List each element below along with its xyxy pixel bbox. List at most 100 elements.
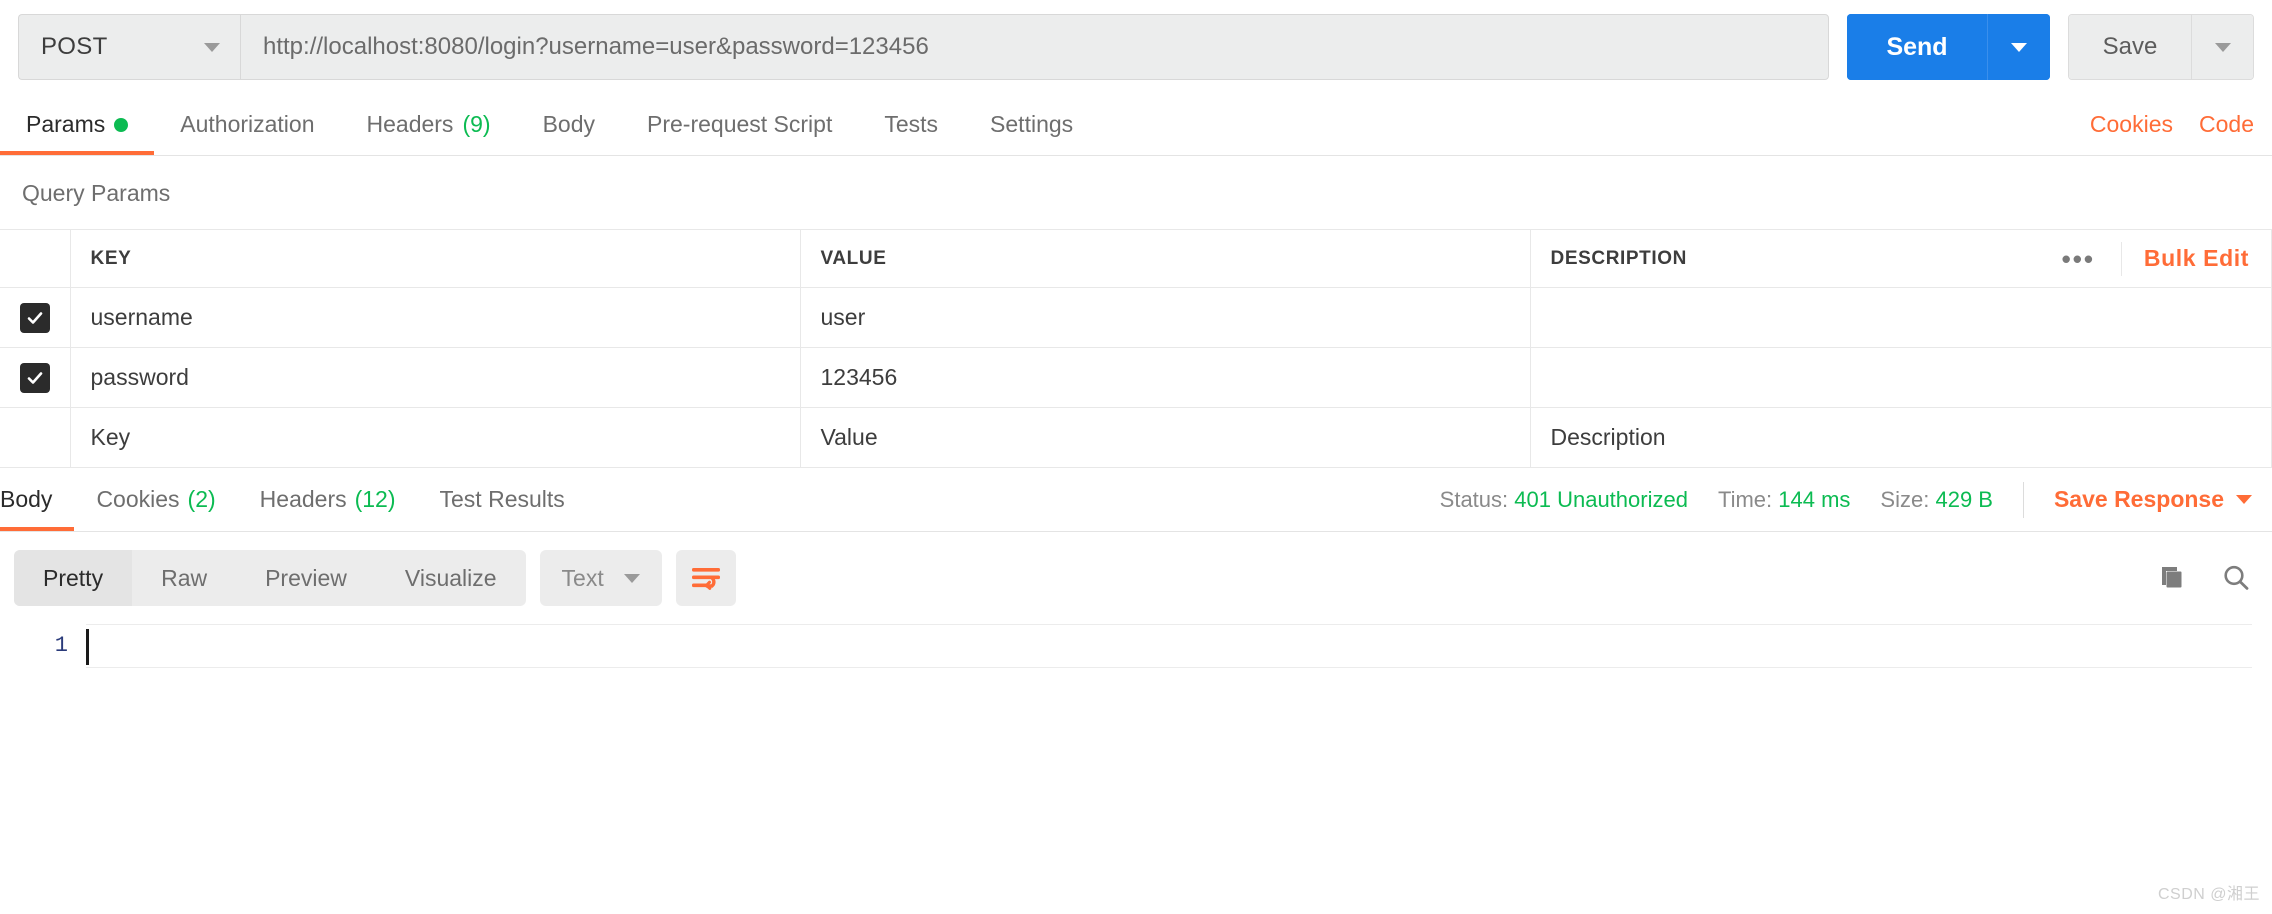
response-format-label: Text (561, 564, 604, 591)
response-tab-test-results-label: Test Results (439, 486, 565, 512)
http-method-select[interactable]: POST (18, 14, 240, 80)
chevron-down-icon (623, 573, 640, 583)
response-tab-headers-label: Headers (259, 486, 347, 512)
view-mode-raw[interactable]: Raw (132, 550, 236, 606)
size-value: 429 B (1935, 486, 1993, 512)
tab-body-label: Body (542, 111, 595, 137)
header-description: DESCRIPTION ••• Bulk Edit (1529, 229, 2272, 288)
response-tabs-list: Body Cookies (2) Headers (12) Test Resul… (0, 468, 587, 531)
new-row-key-input[interactable]: Key (69, 407, 801, 468)
request-bar: POST http://localhost:8080/login?usernam… (0, 0, 2272, 94)
more-options-icon[interactable]: ••• (2036, 241, 2122, 276)
chevron-down-icon (2011, 42, 2027, 52)
watermark: CSDN @湘王 (2157, 886, 2260, 903)
response-view-mode-group: Pretty Raw Preview Visualize (14, 550, 526, 606)
request-tabs-bar: Params Authorization Headers (9) Body Pr… (0, 94, 2272, 156)
bulk-edit-link[interactable]: Bulk Edit (2122, 245, 2267, 272)
row-description[interactable] (1529, 347, 2272, 408)
send-button[interactable]: Send (1847, 14, 1987, 80)
save-button[interactable]: Save (2069, 15, 2191, 79)
select-all-header-cell (0, 229, 71, 288)
status-badge: Status: 401 Unauthorized (1440, 487, 1688, 513)
table-row: password 123456 (0, 347, 2272, 408)
header-description-label: DESCRIPTION (1550, 247, 1687, 269)
save-options-button[interactable] (2191, 15, 2253, 79)
code-line[interactable] (86, 624, 2252, 668)
send-button-group: Send (1847, 14, 2050, 80)
tab-tests[interactable]: Tests (858, 94, 964, 155)
view-mode-visualize[interactable]: Visualize (376, 550, 526, 606)
time-badge: Time: 144 ms (1718, 487, 1850, 513)
new-row-checkbox-cell (0, 407, 71, 468)
new-row-description-input[interactable]: Description (1529, 407, 2272, 468)
response-body-editor[interactable]: 1 (0, 624, 2272, 668)
code-link[interactable]: Code (2199, 111, 2254, 138)
response-tab-cookies-count: (2) (187, 486, 216, 512)
save-response-button[interactable]: Save Response (2054, 486, 2252, 513)
header-key: KEY (69, 229, 801, 288)
status-label: Status: (1439, 486, 1509, 512)
chevron-down-icon (2236, 495, 2252, 504)
row-key[interactable]: password (69, 347, 801, 408)
response-meta: Status: 401 Unauthorized Time: 144 ms Si… (1440, 481, 2252, 518)
row-checkbox[interactable] (19, 302, 50, 333)
text-cursor (86, 629, 89, 665)
new-row-value-input[interactable]: Value (799, 407, 1531, 468)
http-method-label: POST (41, 33, 108, 60)
tab-params-label: Params (26, 111, 106, 137)
header-value: VALUE (799, 229, 1531, 288)
response-tab-cookies[interactable]: Cookies (2) (74, 468, 237, 531)
response-tab-test-results[interactable]: Test Results (418, 468, 587, 531)
row-description[interactable] (1529, 287, 2272, 348)
response-tabs-bar: Body Cookies (2) Headers (12) Test Resul… (0, 468, 2272, 532)
tab-tests-label: Tests (884, 111, 939, 137)
response-body-actions (2154, 562, 2252, 594)
tab-headers-count: (9) (462, 111, 491, 137)
line-number: 1 (54, 633, 68, 658)
response-tab-body-label: Body (0, 486, 53, 512)
response-format-select[interactable]: Text (539, 550, 662, 606)
tab-body[interactable]: Body (517, 94, 621, 155)
search-button[interactable] (2220, 562, 2252, 594)
tab-headers-label: Headers (366, 111, 454, 137)
response-view-controls: Pretty Raw Preview Visualize Text (14, 550, 736, 606)
tab-authorization[interactable]: Authorization (154, 94, 340, 155)
cookies-link[interactable]: Cookies (2090, 111, 2173, 138)
request-tabs-list: Params Authorization Headers (9) Body Pr… (0, 94, 1099, 155)
tab-headers[interactable]: Headers (9) (341, 94, 517, 155)
query-params-table-head: KEY VALUE DESCRIPTION ••• Bulk Edit (0, 229, 2272, 288)
send-options-button[interactable] (1987, 14, 2050, 80)
table-row-new: Key Value Description (0, 407, 2272, 468)
response-tab-body[interactable]: Body (0, 468, 75, 531)
wrap-lines-button[interactable] (675, 550, 736, 606)
save-response-label: Save Response (2053, 486, 2224, 512)
url-input[interactable]: http://localhost:8080/login?username=use… (240, 14, 1829, 80)
tab-settings[interactable]: Settings (964, 94, 1099, 155)
size-badge: Size: 429 B (1880, 487, 1993, 513)
copy-button[interactable] (2154, 562, 2186, 594)
query-params-table: KEY VALUE DESCRIPTION ••• Bulk Edit user… (0, 229, 2272, 468)
tab-settings-label: Settings (990, 111, 1074, 137)
time-label: Time: (1717, 486, 1773, 512)
size-label: Size: (1880, 486, 1930, 512)
view-mode-preview[interactable]: Preview (236, 550, 376, 606)
tab-pre-request-script[interactable]: Pre-request Script (621, 94, 858, 155)
response-tab-headers[interactable]: Headers (12) (238, 468, 418, 531)
status-value: 401 Unauthorized (1514, 486, 1688, 512)
table-row: username user (0, 287, 2272, 348)
view-mode-pretty[interactable]: Pretty (14, 550, 133, 606)
search-icon (2224, 565, 2249, 590)
row-key[interactable]: username (69, 287, 801, 348)
tab-params[interactable]: Params (0, 94, 155, 155)
divider (2022, 481, 2024, 518)
row-checkbox-cell (0, 347, 71, 408)
response-tab-cookies-label: Cookies (96, 486, 180, 512)
response-tab-headers-count: (12) (354, 486, 396, 512)
table-header-row: KEY VALUE DESCRIPTION ••• Bulk Edit (0, 229, 2272, 288)
row-value[interactable]: 123456 (799, 347, 1531, 408)
row-checkbox[interactable] (19, 362, 50, 393)
tab-authorization-label: Authorization (180, 111, 315, 137)
row-checkbox-cell (0, 287, 71, 348)
request-tabs-actions: Cookies Code (2090, 94, 2254, 155)
row-value[interactable]: user (799, 287, 1531, 348)
